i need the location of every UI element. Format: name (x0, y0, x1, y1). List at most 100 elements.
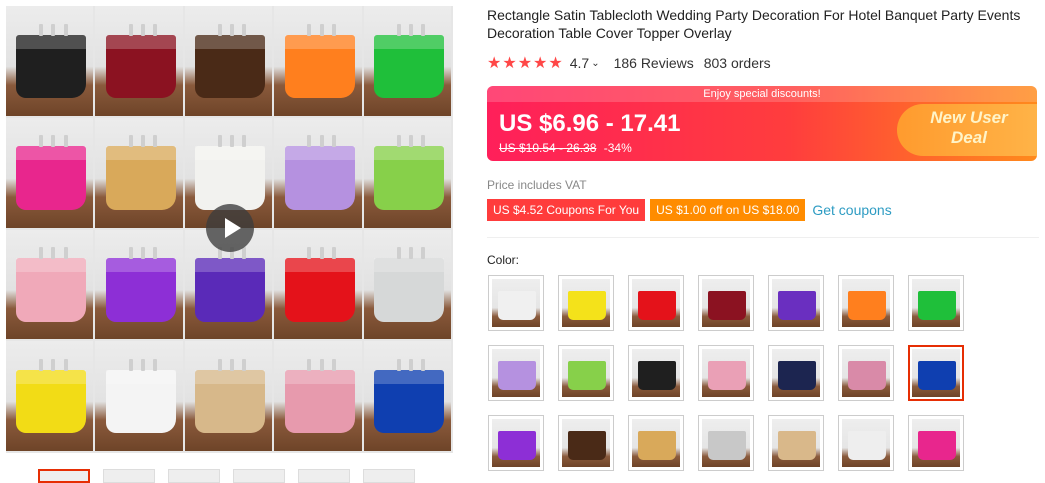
color-swatch[interactable] (838, 275, 894, 331)
tablecloth-image (16, 258, 87, 322)
color-swatch[interactable] (698, 345, 754, 401)
gallery-tile (274, 117, 362, 228)
glass-decoration (307, 135, 312, 148)
swatch-image (772, 349, 820, 397)
tablecloth-image (284, 34, 355, 99)
color-swatch[interactable] (628, 415, 684, 471)
glass-decoration (319, 247, 324, 260)
product-main-image[interactable] (6, 6, 453, 453)
swatch-cloth (638, 291, 676, 320)
color-swatch[interactable] (558, 275, 614, 331)
reviews-link[interactable]: 186 Reviews (614, 55, 694, 71)
gallery-tile (274, 341, 362, 451)
swatch-image (772, 419, 820, 467)
gallery-tile (95, 117, 183, 228)
color-swatch[interactable] (698, 415, 754, 471)
glass-decoration (319, 135, 324, 148)
swatch-image (842, 279, 890, 327)
tablecloth-image (374, 369, 444, 434)
glass-decoration (128, 247, 133, 260)
glass-decoration (153, 23, 158, 36)
glass-decoration (409, 23, 414, 36)
play-icon[interactable] (206, 204, 254, 252)
rating-value[interactable]: 4.7 (570, 55, 589, 71)
gallery-thumbnail[interactable] (103, 469, 155, 483)
glass-decoration (421, 135, 426, 148)
color-swatch[interactable] (838, 415, 894, 471)
color-swatch[interactable] (628, 275, 684, 331)
gallery-tile (274, 6, 362, 116)
glass-decoration (63, 23, 68, 36)
glass-decoration (230, 135, 235, 148)
glass-decoration (230, 23, 235, 36)
glass-decoration (421, 358, 426, 371)
color-swatch[interactable] (558, 345, 614, 401)
glass-decoration (128, 135, 133, 148)
swatch-cloth (848, 361, 886, 390)
swatch-image (912, 349, 960, 397)
tablecloth-image (16, 34, 87, 99)
color-swatch[interactable] (628, 345, 684, 401)
gallery-tile (6, 6, 94, 116)
tablecloth-image (374, 146, 444, 210)
gallery-tile (95, 6, 183, 116)
color-swatch[interactable] (488, 415, 544, 471)
color-swatch[interactable] (768, 275, 824, 331)
swatch-cloth (778, 431, 816, 460)
tablecloth-image (284, 258, 355, 322)
tablecloth-image (105, 34, 176, 99)
glass-decoration (242, 23, 247, 36)
color-swatch[interactable] (488, 275, 544, 331)
color-swatch[interactable] (908, 275, 964, 331)
gallery-tile (363, 341, 451, 451)
tablecloth-image (195, 258, 266, 322)
gallery-thumbnail[interactable] (298, 469, 350, 483)
gallery-thumbnail[interactable] (233, 469, 285, 483)
coupon-badge-store[interactable]: US $4.52 Coupons For You (487, 199, 646, 221)
color-swatch[interactable] (838, 345, 894, 401)
gallery-tile (363, 117, 451, 228)
chevron-down-icon[interactable]: ⌄ (591, 58, 599, 69)
color-swatch[interactable] (768, 415, 824, 471)
new-user-deal-text: New User Deal (919, 108, 1019, 148)
glass-decoration (39, 23, 44, 36)
color-swatch[interactable] (698, 275, 754, 331)
tablecloth-image (195, 34, 266, 99)
discount-percent: -34% (603, 141, 632, 155)
tablecloth-image (105, 258, 176, 322)
gallery-thumbnail[interactable] (38, 469, 90, 483)
glass-decoration (409, 247, 414, 260)
swatch-cloth (708, 291, 746, 320)
discount-note: Enjoy special discounts! (487, 86, 1037, 102)
thumbnail-strip (38, 469, 458, 483)
swatch-cloth (638, 361, 676, 390)
current-price: US $6.96 - 17.41 (499, 110, 681, 137)
glass-decoration (128, 358, 133, 371)
color-swatch[interactable] (768, 345, 824, 401)
color-swatch[interactable] (558, 415, 614, 471)
glass-decoration (396, 23, 401, 36)
gallery-thumbnail[interactable] (363, 469, 415, 483)
tablecloth-image (16, 369, 87, 434)
swatch-image (632, 279, 680, 327)
gallery-tile (95, 341, 183, 451)
swatch-cloth (848, 431, 886, 460)
tablecloth-image (284, 146, 355, 210)
get-coupons-link[interactable]: Get coupons (812, 202, 891, 218)
glass-decoration (39, 135, 44, 148)
glass-decoration (39, 247, 44, 260)
glass-decoration (421, 247, 426, 260)
swatch-image (562, 419, 610, 467)
swatch-image (772, 279, 820, 327)
glass-decoration (230, 358, 235, 371)
swatch-image (632, 419, 680, 467)
glass-decoration (319, 358, 324, 371)
gallery-thumbnail[interactable] (168, 469, 220, 483)
tablecloth-image (284, 369, 355, 434)
color-swatch[interactable] (908, 415, 964, 471)
color-swatch[interactable] (908, 345, 964, 401)
glass-decoration (140, 358, 145, 371)
glass-decoration (396, 247, 401, 260)
color-swatch[interactable] (488, 345, 544, 401)
coupon-badge-threshold[interactable]: US $1.00 off on US $18.00 (650, 199, 806, 221)
